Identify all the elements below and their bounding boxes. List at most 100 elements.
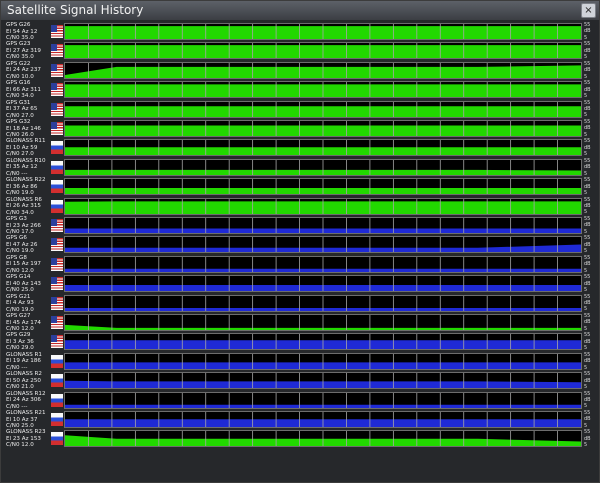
signal-history-graph: [64, 23, 582, 40]
satellite-name: GLONASS R21: [6, 410, 46, 416]
title-bar[interactable]: Satellite Signal History ×: [1, 1, 599, 20]
satellite-info: GLONASS R22 El 36 Az 86 C/N0 19.0: [6, 177, 51, 197]
satellite-info: GPS G16 El 66 Az 311 C/N0 34.0: [6, 80, 51, 100]
russia-flag-icon: [51, 199, 63, 213]
db-scale: 55 dB 5: [584, 80, 596, 100]
satellite-row: GLONASS R21 El 10 Az 37 C/N0 25.0 55 dB 5: [5, 410, 597, 429]
db-scale: 55 dB 5: [584, 274, 596, 294]
satellite-info: GPS G31 El 37 Az 65 C/N0 27.0: [6, 100, 51, 120]
satellite-row: GPS G8 El 15 Az 197 C/N0 12.0 55 dB 5: [5, 255, 597, 274]
db-scale: 55 dB 5: [584, 177, 596, 197]
satellite-row: GPS G3 El 23 Az 266 C/N0 17.0 55 dB 5: [5, 216, 597, 235]
signal-history-graph: [64, 391, 582, 409]
db-scale: 55 dB 5: [584, 294, 596, 314]
db-scale: 55 dB 5: [584, 100, 596, 120]
satellite-row: GPS G31 El 37 Az 65 C/N0 27.0 55 dB 5: [5, 100, 597, 119]
scale-bottom: 5: [584, 73, 588, 80]
satellite-signal-window: Satellite Signal History × GPS G26 El 54 …: [0, 0, 600, 483]
db-scale: 55 dB 5: [584, 371, 596, 391]
usa-flag-icon: [51, 102, 63, 116]
usa-flag-icon: [51, 83, 63, 97]
signal-history-graph: [64, 120, 582, 137]
satellite-info: GLONASS R11 El 10 Az 59 C/N0 27.0: [6, 138, 51, 158]
scale-bottom: 5: [584, 112, 588, 119]
satellite-row: GPS G32 El 18 Az 146 C/N0 26.0 55 dB 5: [5, 119, 597, 138]
scale-bottom: 5: [584, 170, 588, 177]
db-scale: 55 dB 5: [584, 352, 596, 372]
signal-history-graph: [64, 352, 582, 370]
scale-bottom: 5: [584, 54, 588, 61]
signal-history-graph: [64, 430, 582, 448]
satellite-info: GPS G14 El 40 Az 143 C/N0 25.0: [6, 274, 51, 294]
usa-flag-icon: [51, 257, 63, 271]
signal-history-graph: [64, 197, 582, 215]
russia-flag-icon: [51, 354, 63, 368]
satellite-info: GPS G8 El 15 Az 197 C/N0 12.0: [6, 255, 51, 275]
signal-history-graph: [64, 81, 582, 99]
signal-history-graph: [64, 411, 582, 428]
db-scale: 55 dB 5: [584, 22, 596, 42]
signal-history-graph: [64, 372, 582, 390]
scale-bottom: 5: [584, 403, 588, 410]
satellite-row: GPS G14 El 40 Az 143 C/N0 25.0 55 dB 5: [5, 274, 597, 293]
db-scale: 55 dB 5: [584, 429, 596, 449]
satellite-info: GPS G29 El 3 Az 36 C/N0 29.0: [6, 332, 51, 352]
satellite-row: GLONASS R2 El 50 Az 250 C/N0 21.0 55 dB 5: [5, 371, 597, 390]
scale-bottom: 5: [584, 345, 588, 352]
satellite-name: GLONASS R11: [6, 138, 46, 145]
satellite-info: GPS G23 El 27 Az 319 C/N0 35.0: [6, 41, 51, 61]
satellite-info: GLONASS R23 El 23 Az 153 C/N0 12.0: [6, 429, 51, 449]
russia-flag-icon: [51, 413, 63, 426]
usa-flag-icon: [51, 296, 63, 310]
scale-bottom: 5: [584, 248, 588, 255]
scale-bottom: 5: [584, 34, 588, 41]
scale-bottom: 5: [584, 93, 588, 99]
window-title: Satellite Signal History: [7, 3, 144, 17]
db-scale: 55 dB 5: [584, 61, 596, 81]
satellite-info: GPS G26 El 54 Az 12 C/N0 35.0: [6, 22, 51, 42]
satellite-info: GLONASS R21 El 10 Az 37 C/N0 25.0: [6, 410, 51, 430]
satellite-row: GLONASS R1 El 19 Az 186 C/N0 --- 55 dB 5: [5, 352, 597, 371]
satellite-info: GLONASS R12 El 24 Az 306 C/N0 ---: [6, 391, 51, 411]
satellite-info: GPS G22 El 24 Az 237 C/N0 10.0: [6, 61, 51, 81]
db-scale: 55 dB 5: [584, 158, 596, 178]
satellite-name: GLONASS R22: [6, 177, 46, 184]
signal-history-graph: [64, 217, 582, 234]
usa-flag-icon: [51, 122, 63, 135]
satellite-row: GPS G27 El 45 Az 174 C/N0 12.0 55 dB 5: [5, 313, 597, 332]
signal-history-graph: [64, 42, 582, 60]
db-scale: 55 dB 5: [584, 119, 596, 139]
satellite-info: GPS G32 El 18 Az 146 C/N0 26.0: [6, 119, 51, 139]
usa-flag-icon: [51, 238, 63, 252]
db-scale: 55 dB 5: [584, 410, 596, 430]
russia-flag-icon: [51, 393, 63, 407]
satellite-row: GPS G23 El 27 Az 319 C/N0 35.0 55 dB 5: [5, 41, 597, 60]
db-scale: 55 dB 5: [584, 41, 596, 61]
satellite-row: GPS G26 El 54 Az 12 C/N0 35.0 55 dB 5: [5, 22, 597, 41]
usa-flag-icon: [51, 25, 63, 38]
signal-history-graph: [64, 333, 582, 351]
close-button[interactable]: ×: [581, 3, 596, 18]
russia-flag-icon: [51, 432, 63, 446]
signal-history-graph: [64, 314, 582, 331]
signal-history-graph: [64, 139, 582, 157]
satellite-row: GPS G6 El 47 Az 26 C/N0 19.0 55 dB 5: [5, 235, 597, 254]
signal-history-graph: [64, 255, 582, 273]
satellite-row: GPS G29 El 3 Az 36 C/N0 29.0 55 dB 5: [5, 332, 597, 351]
scale-bottom: 5: [584, 131, 588, 138]
scale-bottom: 5: [584, 228, 588, 235]
usa-flag-icon: [51, 63, 63, 77]
satellite-info: GLONASS R2 El 50 Az 250 C/N0 21.0: [6, 371, 51, 391]
usa-flag-icon: [51, 335, 63, 349]
satellite-info: GLONASS R10 El 35 Az 12 C/N0 ---: [6, 158, 51, 178]
russia-flag-icon: [51, 160, 63, 174]
scale-bottom: 5: [584, 306, 588, 313]
scale-bottom: 5: [584, 267, 588, 274]
satellite-info: GLONASS R6 El 26 Az 315 C/N0 34.0: [6, 197, 51, 217]
satellite-info: GLONASS R1 El 19 Az 186 C/N0 ---: [6, 352, 51, 372]
satellite-info: GPS G6 El 47 Az 26 C/N0 19.0: [6, 235, 51, 255]
signal-history-graph: [64, 236, 582, 254]
satellite-row: GLONASS R10 El 35 Az 12 C/N0 --- 55 dB 5: [5, 158, 597, 177]
scale-bottom: 5: [584, 151, 588, 158]
satellite-row: GLONASS R23 El 23 Az 153 C/N0 12.0 55 dB 5: [5, 429, 597, 448]
